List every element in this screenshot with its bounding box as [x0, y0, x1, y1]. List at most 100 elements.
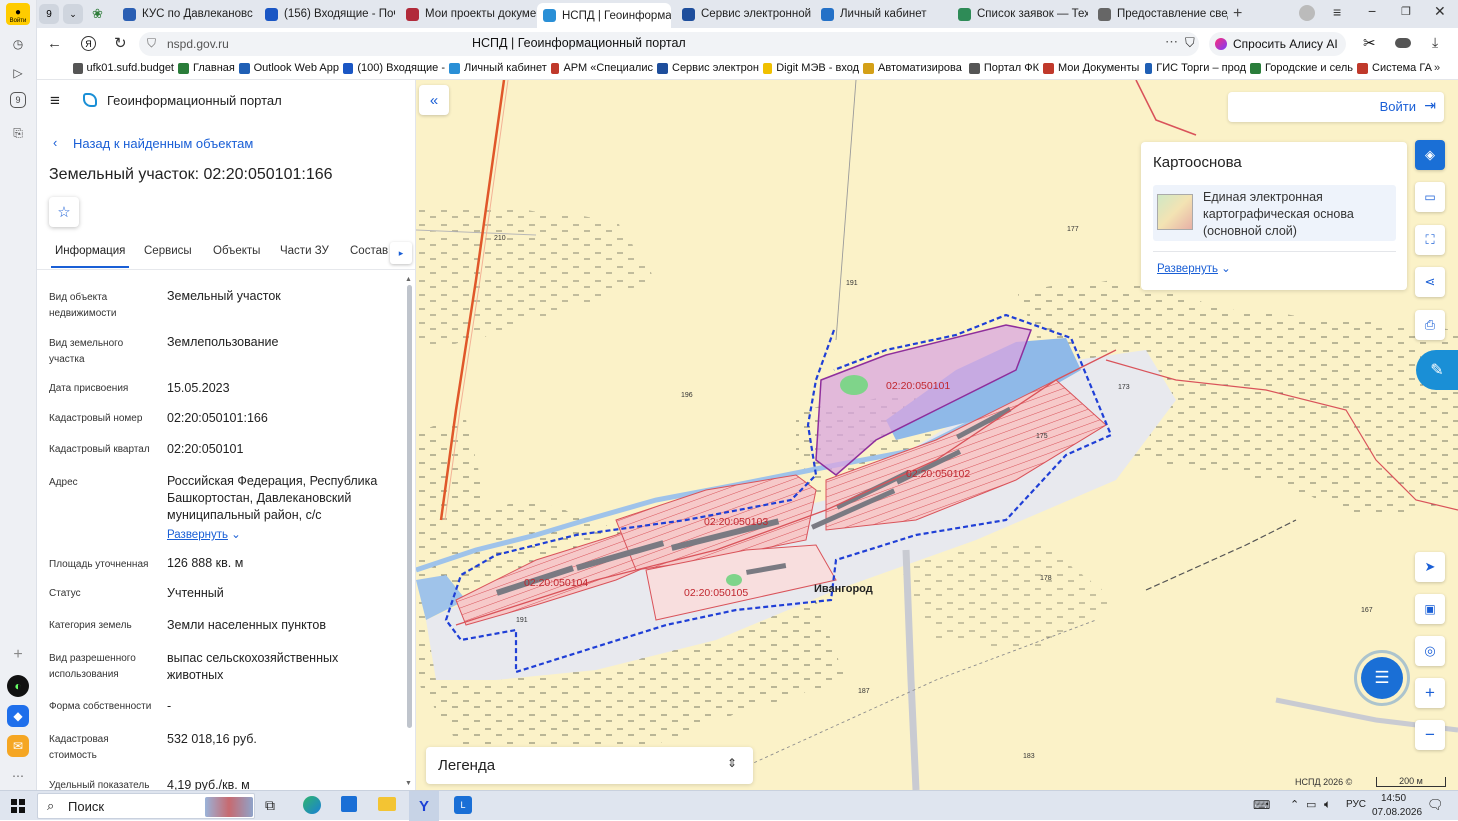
- tab-parts[interactable]: Части ЗУ: [280, 245, 329, 257]
- back-link[interactable]: Назад к найденным объектам: [73, 136, 253, 151]
- minimap-button[interactable]: ▣: [1415, 594, 1445, 624]
- tab-services[interactable]: Сервисы: [144, 245, 192, 257]
- locate-button[interactable]: ➤: [1415, 552, 1445, 582]
- panel-scrollbar[interactable]: [407, 285, 412, 728]
- restore-icon[interactable]: ❐: [1401, 5, 1411, 18]
- bookmark-item[interactable]: Система ГА: [1357, 62, 1432, 74]
- hamburger-icon[interactable]: ≡: [50, 91, 60, 111]
- bookmark-item[interactable]: Личный кабинет: [449, 62, 547, 74]
- tab-counter-button[interactable]: 9: [39, 4, 59, 24]
- collapse-panel-button[interactable]: «: [419, 85, 449, 115]
- app-icon-blue[interactable]: ◆: [7, 705, 29, 727]
- zoom-out-button[interactable]: −: [1415, 720, 1445, 750]
- language-indicator[interactable]: РУС: [1346, 799, 1366, 810]
- bookmark-item[interactable]: (100) Входящие -: [343, 62, 445, 74]
- scroll-down-icon[interactable]: ▼: [405, 780, 412, 787]
- back-chevron-icon[interactable]: ‹: [53, 135, 57, 150]
- explorer-icon[interactable]: [378, 797, 396, 811]
- layers-tool-button[interactable]: ◈: [1415, 140, 1445, 170]
- more-actions-icon[interactable]: ⋯: [1165, 34, 1178, 50]
- favorite-button[interactable]: ☆: [49, 197, 79, 227]
- bookmark-item[interactable]: Главная: [178, 62, 235, 74]
- tabs-menu-icon[interactable]: ⌄: [63, 4, 83, 24]
- network-icon[interactable]: ▭: [1306, 798, 1316, 811]
- bookmark-item[interactable]: Outlook Web App: [239, 62, 339, 74]
- bookmark-item[interactable]: АРМ «Специалис: [551, 62, 653, 74]
- tab-objects[interactable]: Объекты: [213, 245, 260, 257]
- bookmark-item[interactable]: Городские и сель: [1250, 62, 1353, 74]
- clock-time[interactable]: 14:50: [1381, 793, 1406, 804]
- profile-icon[interactable]: [1299, 5, 1315, 21]
- tab-composition[interactable]: Состав: [350, 245, 388, 257]
- history-icon[interactable]: ◷: [7, 33, 29, 55]
- scroll-up-icon[interactable]: ▲: [405, 276, 412, 283]
- task-view-icon[interactable]: ⧉: [265, 797, 275, 814]
- bookmark-item[interactable]: Сервис электрон: [657, 62, 759, 74]
- bookmark-item[interactable]: Digit МЭВ - вход: [763, 62, 859, 74]
- browser-tab[interactable]: (156) Входящие - Почт: [259, 3, 395, 25]
- legend-panel[interactable]: Легенда ⇕: [426, 747, 753, 784]
- chat-button[interactable]: ☰: [1354, 650, 1410, 706]
- basemap-expand-link[interactable]: Развернуть ⌄: [1157, 261, 1231, 275]
- yandex-icon[interactable]: Я: [81, 36, 96, 51]
- login-button[interactable]: Войти ⇥: [1228, 92, 1444, 122]
- share-button[interactable]: ⋖: [1415, 267, 1445, 297]
- menu-icon[interactable]: ≡: [1333, 4, 1341, 20]
- bookmark-icon[interactable]: ⛉: [1185, 35, 1195, 51]
- more-icon[interactable]: ⋯: [7, 765, 29, 787]
- extension-icon[interactable]: ✂: [1363, 34, 1376, 52]
- tabs-scroll-right-button[interactable]: ▸: [390, 242, 412, 264]
- bookmark-item[interactable]: Портал ФК: [969, 62, 1039, 74]
- zoom-in-button[interactable]: +: [1415, 678, 1445, 708]
- screenshot-icon[interactable]: ⎘: [7, 122, 29, 144]
- tray-chevron-icon[interactable]: ⌃: [1290, 798, 1299, 811]
- volume-icon[interactable]: 🔈︎: [1324, 797, 1331, 812]
- bookmark-item[interactable]: Автоматизирова: [863, 62, 962, 74]
- assistant-tab-button[interactable]: ✎: [1416, 350, 1458, 390]
- store-icon[interactable]: [341, 796, 357, 812]
- new-tab-button[interactable]: +: [1233, 5, 1242, 23]
- start-button[interactable]: [11, 799, 25, 813]
- tab-count-icon[interactable]: 9: [10, 92, 26, 108]
- browser-tab[interactable]: Сервис электронной р: [676, 3, 812, 25]
- bookmark-item[interactable]: ГИС Торги – прод: [1145, 62, 1246, 74]
- address-expand-link[interactable]: Развернуть ⌄: [167, 527, 241, 541]
- close-window-icon[interactable]: ✕: [1434, 3, 1446, 20]
- print-button[interactable]: ⎙: [1415, 310, 1445, 340]
- search-location-button[interactable]: ◎: [1415, 636, 1445, 666]
- browser-tab[interactable]: НСПД | Геоинформа✕: [537, 3, 671, 28]
- app-icon-green[interactable]: ◐: [7, 675, 29, 697]
- bookmark-item[interactable]: ufk01.sufd.budget: [73, 62, 174, 74]
- basemap-layer-item[interactable]: Единая электронная картографическая осно…: [1153, 185, 1396, 241]
- search-box[interactable]: ⌕ Поиск: [37, 793, 255, 819]
- reload-icon[interactable]: ↻: [114, 34, 127, 52]
- browser-tab[interactable]: Личный кабинет: [815, 3, 951, 25]
- bookmark-item[interactable]: Мои Документы: [1043, 62, 1139, 74]
- back-icon[interactable]: ←: [47, 35, 62, 52]
- extension-pill-icon[interactable]: [1395, 38, 1411, 48]
- app-icon-ld[interactable]: L: [454, 796, 472, 814]
- browser-tab[interactable]: Список заявок — Техн: [952, 3, 1088, 25]
- map-view[interactable]: 02:20:050101 02:20:050102 02:20:050103 0…: [416, 80, 1458, 790]
- play-icon[interactable]: ▷: [7, 62, 29, 84]
- tab-information[interactable]: Информация: [55, 245, 125, 257]
- bookmarks-more-icon[interactable]: »: [1434, 62, 1440, 74]
- yandex-browser-icon[interactable]: Y: [409, 791, 439, 821]
- minimize-icon[interactable]: −: [1368, 3, 1376, 19]
- pawprint-icon[interactable]: ❀: [92, 6, 103, 22]
- alice-button[interactable]: Спросить Алису AI: [1209, 32, 1346, 56]
- profile-avatar[interactable]: ● Войти: [6, 3, 30, 25]
- keyboard-icon[interactable]: ⌨: [1253, 798, 1270, 812]
- browser-tab[interactable]: КУС по Давлекановск: [117, 3, 253, 25]
- notification-icon[interactable]: 🗨︎: [1427, 797, 1444, 813]
- add-panel-icon[interactable]: +: [7, 644, 29, 666]
- download-icon[interactable]: ⤓: [1432, 34, 1438, 51]
- ruler-tool-button[interactable]: ▭: [1415, 182, 1445, 212]
- edge-icon[interactable]: [303, 796, 321, 814]
- url-box[interactable]: ⛉ nspd.gov.ru НСПД | Геоинформационный п…: [139, 32, 1199, 56]
- browser-tab[interactable]: Мои проекты докумен: [400, 3, 536, 25]
- mail-icon[interactable]: ✉: [7, 735, 29, 757]
- select-area-button[interactable]: ⛶: [1415, 225, 1445, 255]
- browser-tab[interactable]: Предоставление свед: [1092, 3, 1228, 25]
- clock-date[interactable]: 07.08.2026: [1372, 807, 1422, 818]
